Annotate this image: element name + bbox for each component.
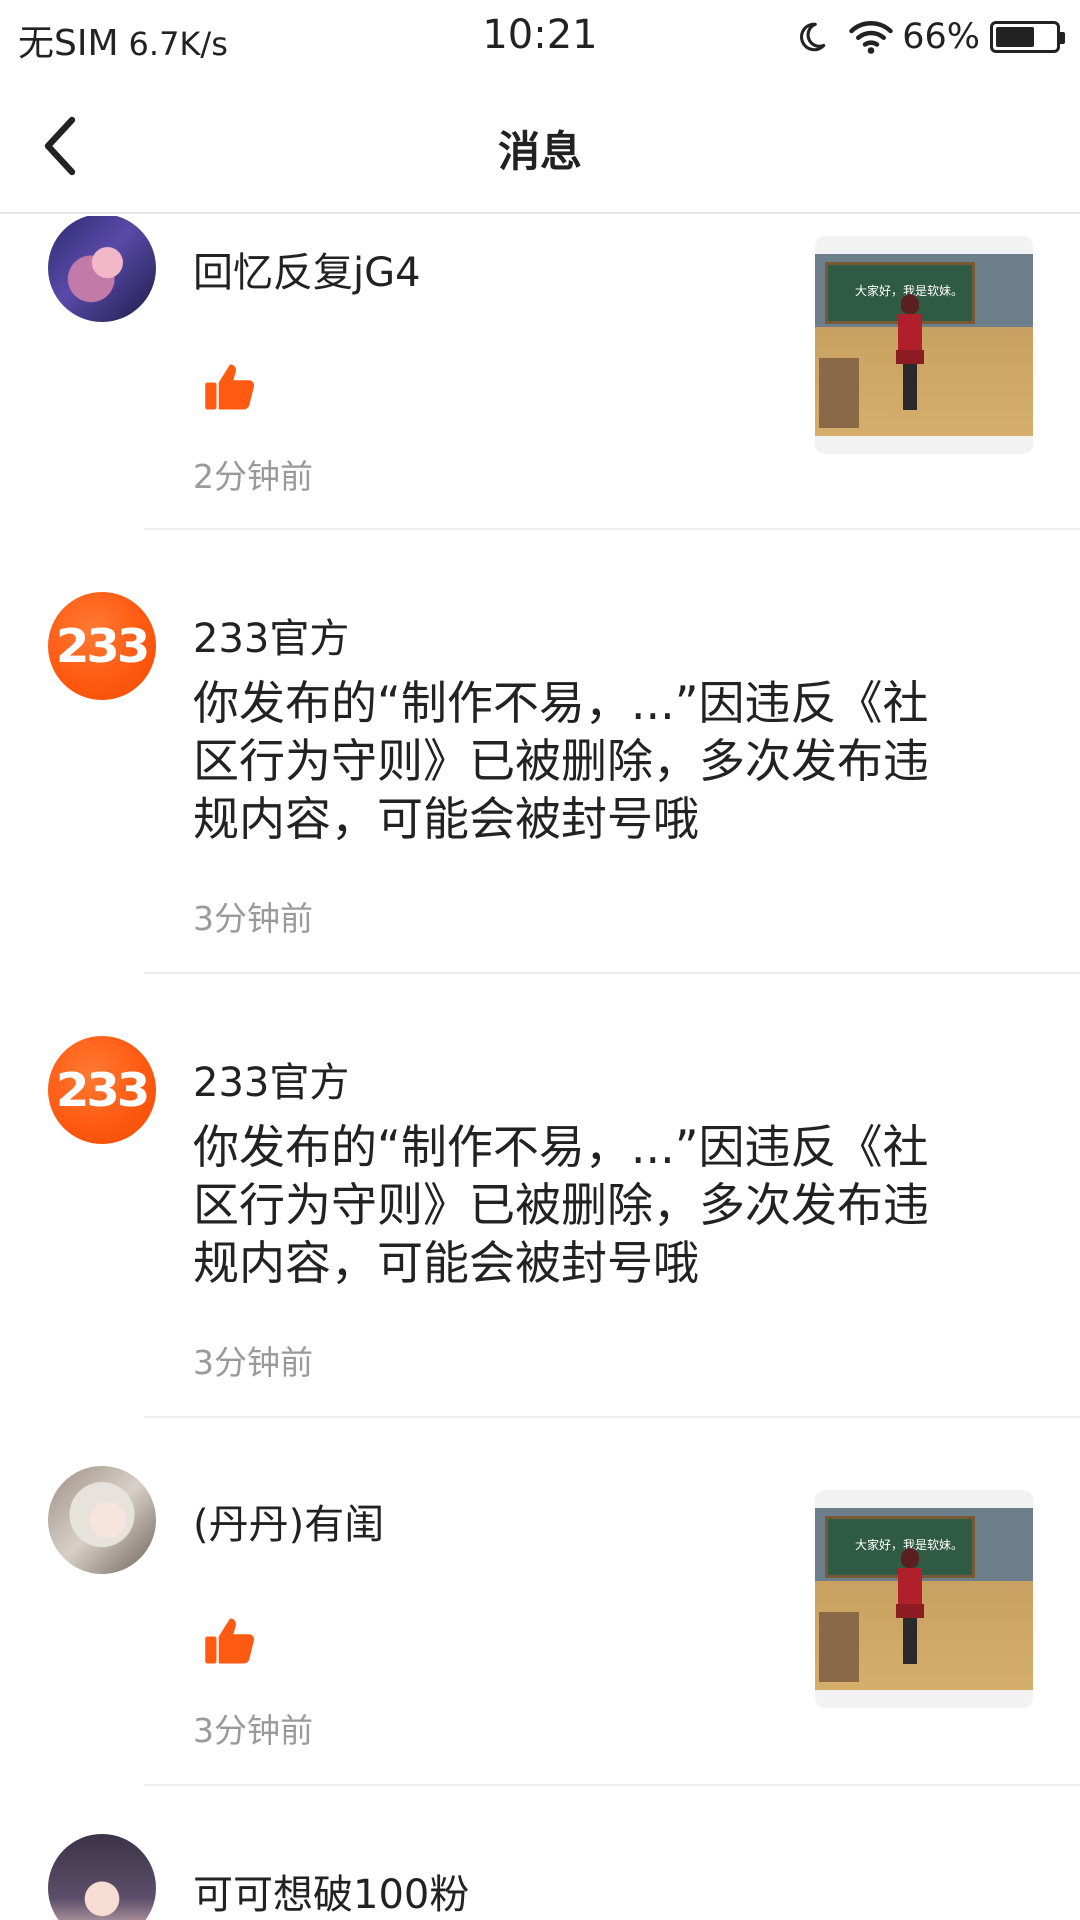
avatar[interactable]: 233 xyxy=(48,592,156,700)
thumbnail-image: 大家好，我是软妹。 xyxy=(815,1508,1033,1690)
avatar[interactable] xyxy=(48,216,156,322)
header-bar: 消息 xyxy=(0,78,1080,214)
user-name[interactable]: (丹丹)有闺 xyxy=(193,1492,384,1550)
desk xyxy=(819,1612,859,1682)
avatar-233-logo: 233 xyxy=(56,1063,151,1117)
user-name[interactable]: 回忆反复jG4 xyxy=(193,240,421,298)
list-item[interactable]: 233 233官方 你发布的“制作不易，...”因违反《社区行为守则》已被删除，… xyxy=(0,530,1080,974)
user-name[interactable]: 233官方 xyxy=(193,606,349,664)
moon-icon xyxy=(800,22,826,52)
status-right: 66% xyxy=(794,14,1065,60)
timestamp: 3分钟前 xyxy=(193,899,313,938)
thumbs-up-icon xyxy=(205,364,255,410)
list-item[interactable]: 回忆反复jG4 2分钟前 大家好，我是软妹。 xyxy=(0,216,1080,528)
battery-icon xyxy=(990,21,1065,53)
avatar[interactable] xyxy=(48,1466,156,1574)
avatar-233-logo: 233 xyxy=(56,619,151,673)
status-bar: 无SIM 6.7K/s 10:21 66% xyxy=(0,0,1080,78)
character-figure xyxy=(893,1548,927,1666)
desk xyxy=(819,358,859,428)
avatar[interactable]: 233 xyxy=(48,1036,156,1144)
page-title: 消息 xyxy=(497,127,582,176)
avatar[interactable] xyxy=(48,1834,156,1920)
user-name[interactable]: 可可想破100粉 xyxy=(193,1862,469,1920)
message-text: 你发布的“制作不易，...”因违反《社区行为守则》已被删除，多次发布违规内容，可… xyxy=(193,676,929,846)
timestamp: 3分钟前 xyxy=(193,1343,313,1382)
timestamp: 3分钟前 xyxy=(193,1711,313,1750)
list-item[interactable]: 233 233官方 你发布的“制作不易，...”因违反《社区行为守则》已被删除，… xyxy=(0,974,1080,1418)
thumbnail-image: 大家好，我是软妹。 xyxy=(815,254,1033,436)
message-text: 你发布的“制作不易，...”因违反《社区行为守则》已被删除，多次发布违规内容，可… xyxy=(193,1120,929,1290)
thumbs-up-icon xyxy=(205,1618,255,1664)
message-list[interactable]: 回忆反复jG4 2分钟前 大家好，我是软妹。 233 233官方 你发布的“制作… xyxy=(0,216,1080,1920)
post-thumbnail[interactable]: 大家好，我是软妹。 xyxy=(815,1490,1033,1708)
list-item[interactable]: (丹丹)有闺 3分钟前 大家好，我是软妹。 xyxy=(0,1418,1080,1784)
user-name[interactable]: 233官方 xyxy=(193,1050,349,1108)
timestamp: 2分钟前 xyxy=(193,457,313,496)
list-item[interactable]: 可可想破100粉 xyxy=(0,1786,1080,1920)
battery-fill xyxy=(996,27,1035,47)
wifi-icon xyxy=(849,21,893,54)
character-figure xyxy=(893,294,927,412)
battery-percent: 66% xyxy=(902,17,980,57)
post-thumbnail[interactable]: 大家好，我是软妹。 xyxy=(815,236,1033,454)
